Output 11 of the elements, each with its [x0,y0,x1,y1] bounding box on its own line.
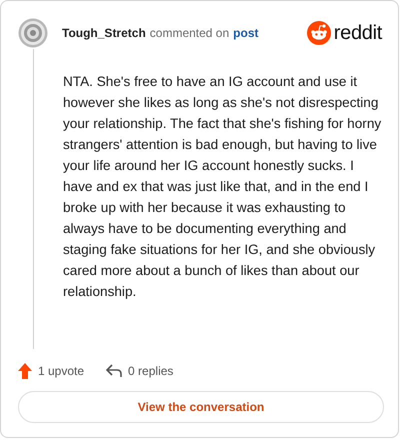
action-text: commented on [150,26,230,40]
brand-name: reddit [334,22,382,44]
view-conversation-button[interactable]: View the conversation [18,391,384,423]
reddit-logo-icon [306,21,331,45]
upvote-count[interactable]: 1 upvote [18,363,84,379]
reply-count[interactable]: 0 replies [106,363,174,379]
reply-arrow-icon [106,364,122,378]
author-name[interactable]: Tough_Stretch [62,26,146,40]
comment-text: NTA. She's free to have an IG account and use it however she likes as long as she's not disrespecting your relationship. The fact that she's fishing for horny strangers' attention is bad enough, but having to live your life around her IG account honestly sucks. I have and ex that was just like that, and in the end I broke up with her because it was exhausting to always have to be documenting everything and staging fake situations for her IG, and she obviously cared more about a bunch of likes than about our relationship. [62,73,382,301]
post-link[interactable]: post [233,26,259,40]
upvote-arrow-icon [18,363,32,379]
